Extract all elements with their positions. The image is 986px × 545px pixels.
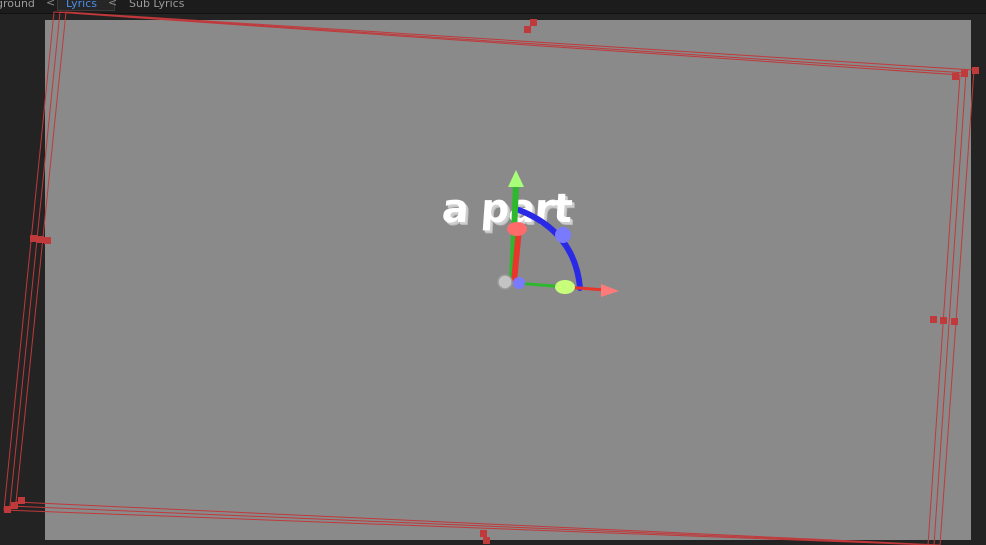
bound-handle[interactable]: [961, 70, 968, 77]
layer-bound-outline: [9, 11, 967, 545]
anchor-point-icon[interactable]: [497, 274, 513, 290]
bound-handle[interactable]: [30, 235, 37, 242]
bound-handle[interactable]: [18, 497, 25, 504]
bound-handles[interactable]: [4, 19, 979, 544]
transform-gizmo[interactable]: [497, 170, 619, 297]
layer-bound-outline: [3, 11, 961, 545]
bound-handle[interactable]: [483, 537, 490, 544]
bound-handle[interactable]: [44, 237, 51, 244]
x-axis-arrow-icon[interactable]: [601, 284, 619, 297]
layer-bounds[interactable]: [3, 11, 975, 545]
bound-handle[interactable]: [524, 26, 531, 33]
y-axis-arrow-icon[interactable]: [508, 170, 524, 187]
bound-handle[interactable]: [972, 67, 979, 74]
transform-overlay: [3, 11, 979, 545]
x-scale-handle[interactable]: [507, 222, 527, 236]
y-scale-handle[interactable]: [555, 280, 575, 294]
bound-handle[interactable]: [37, 236, 44, 243]
bound-handle[interactable]: [940, 317, 947, 324]
rotation-arc[interactable]: [516, 207, 583, 291]
bound-handle[interactable]: [480, 530, 487, 537]
bound-handle[interactable]: [530, 19, 537, 26]
bound-handle[interactable]: [930, 316, 937, 323]
layer-bound-outline: [15, 11, 975, 545]
bound-handle[interactable]: [4, 506, 11, 513]
bound-handle[interactable]: [11, 502, 18, 509]
pivot-handle[interactable]: [513, 277, 525, 289]
bound-handle[interactable]: [952, 73, 959, 80]
bound-handle[interactable]: [951, 318, 958, 325]
rotation-handle[interactable]: [555, 227, 571, 243]
